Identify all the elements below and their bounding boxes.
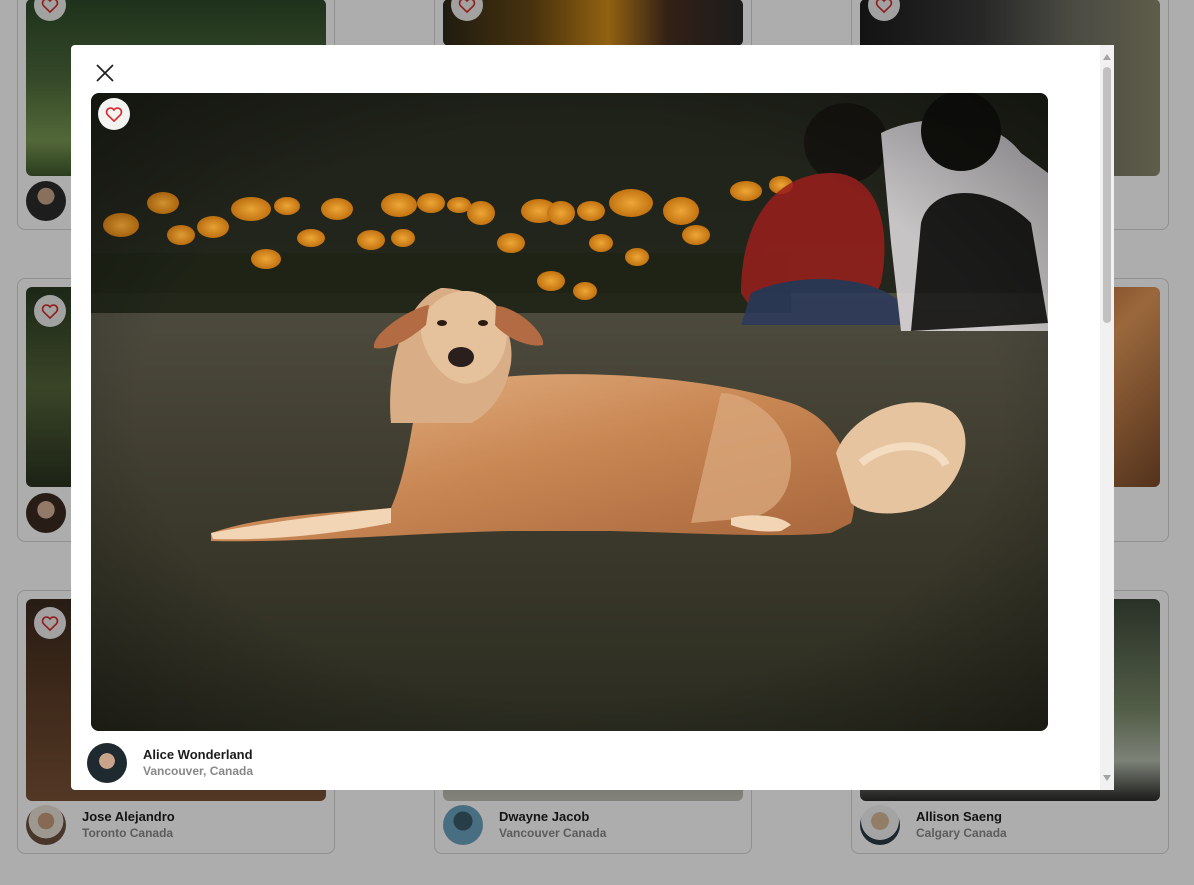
avatar[interactable] xyxy=(87,743,127,783)
heart-icon xyxy=(105,107,123,123)
scroll-up-arrow-icon[interactable] xyxy=(1103,54,1111,60)
scroll-down-arrow-icon[interactable] xyxy=(1103,775,1111,781)
dog-photo xyxy=(91,93,1048,731)
author-location: Vancouver, Canada xyxy=(143,764,254,778)
photo-author: Alice Wonderland Vancouver, Canada xyxy=(87,743,253,783)
author-name[interactable]: Alice Wonderland xyxy=(143,747,253,763)
scroll-thumb[interactable] xyxy=(1103,67,1111,323)
photo-image[interactable] xyxy=(91,93,1048,731)
modal-scrollbar[interactable] xyxy=(1100,45,1114,790)
close-icon xyxy=(96,64,114,82)
photo-modal: Alice Wonderland Vancouver, Canada xyxy=(71,45,1114,790)
close-button[interactable] xyxy=(95,63,115,83)
favorite-button[interactable] xyxy=(98,98,130,130)
